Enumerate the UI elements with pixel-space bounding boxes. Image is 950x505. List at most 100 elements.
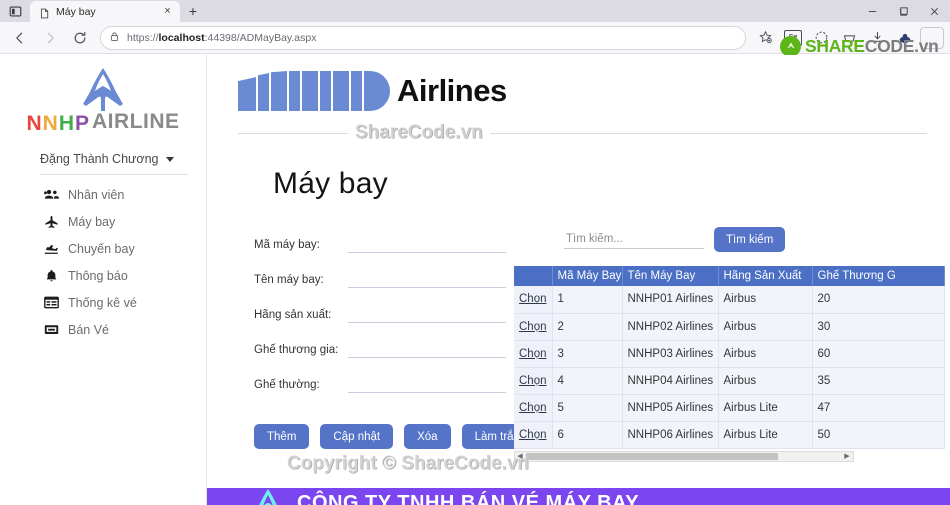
cell-ma-may-bay: 6 — [552, 421, 623, 449]
cell-ten-may-bay: NNHP02 Airlines — [622, 313, 719, 341]
panels: Mã máy bay: Tên máy bay: Hãng sản xuất: … — [238, 227, 950, 462]
cell-ghe-thuong-gia: 60 — [812, 340, 945, 368]
address-bar[interactable]: https://localhost:44398/ADMayBay.aspx — [100, 25, 746, 50]
field-label: Ghế thương gia: — [254, 343, 339, 356]
search-button[interactable]: Tìm kiếm — [714, 227, 786, 252]
cell-ma-may-bay: 4 — [552, 367, 623, 395]
cell-ghe-thuong-gia: 35 — [812, 367, 945, 395]
cell-hang-san-xuat: Airbus Lite — [718, 421, 813, 449]
sidebar-item-ban-ve[interactable]: Bán Vé — [44, 316, 206, 343]
select-row-link[interactable]: Chọn — [519, 402, 547, 414]
select-row-link[interactable]: Chọn — [519, 348, 547, 360]
users-icon — [44, 187, 59, 202]
table-row[interactable]: Chọn 2 NNHP02 Airlines Airbus 30 — [514, 313, 945, 341]
profile-avatar-icon[interactable] — [892, 26, 918, 50]
browser-tab[interactable]: Máy bay × — [30, 1, 180, 22]
column-header-hang-san-xuat: Hãng Sản Xuất — [718, 266, 813, 286]
cell-hang-san-xuat: Airbus — [718, 340, 813, 368]
sidebar-item-thong-ke-ve[interactable]: Thống kê vé — [44, 289, 206, 316]
footer-banner: CÔNG TY TNHH BÁN VÉ MÁY BAY — [207, 488, 950, 505]
bell-icon — [44, 268, 59, 283]
add-button[interactable]: Thêm — [254, 424, 310, 449]
form-row-ten-may-bay: Tên máy bay: — [254, 262, 506, 297]
user-menu[interactable]: Đặng Thành Chương — [40, 152, 188, 175]
tab-title: Máy bay — [56, 5, 96, 18]
table-row[interactable]: Chọn 3 NNHP03 Airlines Airbus 60 — [514, 340, 945, 368]
sidebar: NNHP AIRLINE Đặng Thành Chương Nhân viên… — [0, 55, 207, 505]
ten-may-bay-input[interactable] — [348, 271, 506, 288]
browser-titlebar: Máy bay × + — [0, 0, 950, 22]
chevron-down-icon — [165, 156, 174, 162]
maximize-icon[interactable] — [888, 0, 919, 22]
cell-hang-san-xuat: Airbus — [718, 313, 813, 341]
minimize-icon[interactable] — [857, 0, 888, 22]
extension-selenium-icon[interactable]: Se — [780, 26, 806, 50]
table-row[interactable]: Chọn 5 NNHP05 Airlines Airbus Lite 47 — [514, 394, 945, 422]
close-window-icon[interactable] — [919, 0, 950, 22]
browser-essentials-icon[interactable] — [836, 26, 862, 50]
sidebar-item-chuyen-bay[interactable]: Chuyến bay — [44, 235, 206, 262]
field-label: Tên máy bay: — [254, 273, 324, 286]
search-input[interactable] — [564, 230, 704, 249]
select-row-link[interactable]: Chọn — [519, 293, 547, 305]
reload-icon[interactable] — [66, 25, 94, 51]
form-row-ghe-thuong: Ghế thường: — [254, 367, 506, 402]
cell-ten-may-bay: NNHP05 Airlines — [622, 394, 719, 422]
table-row[interactable]: Chọn 4 NNHP04 Airlines Airbus 35 — [514, 367, 945, 395]
airline-logo-header: Airlines — [238, 55, 950, 117]
plane-departure-icon — [44, 241, 59, 256]
row-select-cell[interactable]: Chọn — [514, 340, 553, 368]
column-header-ghe-thuong-gia: Ghế Thương G — [812, 266, 945, 286]
url-text: https://localhost:44398/ADMayBay.aspx — [127, 31, 317, 44]
close-tab-icon[interactable]: × — [161, 5, 174, 18]
ma-may-bay-input[interactable] — [348, 236, 506, 253]
sidebar-item-nhan-vien[interactable]: Nhân viên — [44, 181, 206, 208]
table-row[interactable]: Chọn 1 NNHP01 Airlines Airbus 20 — [514, 286, 945, 314]
row-select-cell[interactable]: Chọn — [514, 286, 553, 314]
cell-ghe-thuong-gia: 47 — [812, 394, 945, 422]
sidebar-item-label: Bán Vé — [68, 322, 110, 337]
sidebar-item-may-bay[interactable]: Máy bay — [44, 208, 206, 235]
sidebar-item-label: Thông báo — [68, 268, 128, 283]
back-icon[interactable] — [6, 25, 34, 51]
cell-hang-san-xuat: Airbus Lite — [718, 394, 813, 422]
search-row: Tìm kiếm — [514, 227, 950, 252]
window-controls — [857, 0, 950, 22]
tab-search-icon[interactable] — [0, 0, 30, 22]
ghe-thuong-input[interactable] — [348, 376, 506, 393]
table-horizontal-scrollbar[interactable]: ◀ ▶ — [514, 450, 854, 462]
row-select-cell[interactable]: Chọn — [514, 421, 553, 449]
collections-icon[interactable] — [808, 26, 834, 50]
user-name-label: Đặng Thành Chương — [40, 152, 159, 166]
cell-ten-may-bay: NNHP04 Airlines — [622, 367, 719, 395]
table-row[interactable]: Chọn 6 NNHP06 Airlines Airbus Lite 50 — [514, 421, 945, 449]
sidebar-nav: Nhân viên Máy bay Chuyến bay Thông báo T… — [0, 181, 206, 343]
forward-icon[interactable] — [36, 25, 64, 51]
delete-button[interactable]: Xóa — [404, 424, 451, 449]
page-content: NNHP AIRLINE Đặng Thành Chương Nhân viên… — [0, 55, 950, 505]
scroll-right-icon[interactable]: ▶ — [842, 452, 852, 461]
cell-ghe-thuong-gia: 20 — [812, 286, 945, 314]
aircraft-grid-panel: Tìm kiếm Mã Máy Bay Tên Máy Bay Hãng Sản… — [500, 227, 950, 462]
sidebar-item-label: Máy bay — [68, 214, 116, 229]
select-row-link[interactable]: Chọn — [519, 429, 547, 441]
settings-more-button[interactable] — [920, 26, 944, 49]
downloads-icon[interactable] — [864, 26, 890, 50]
field-label: Mã máy bay: — [254, 238, 320, 251]
main-content: Airlines ShareCode.vn Máy bay Mã máy bay… — [207, 55, 950, 505]
row-select-cell[interactable]: Chọn — [514, 313, 553, 341]
favorite-star-icon[interactable] — [752, 26, 778, 50]
row-select-cell[interactable]: Chọn — [514, 394, 553, 422]
aircraft-table-wrapper: Mã Máy Bay Tên Máy Bay Hãng Sản Xuất Ghế… — [514, 266, 945, 462]
new-tab-button[interactable]: + — [180, 0, 206, 22]
ghe-thuong-gia-input[interactable] — [348, 341, 506, 358]
select-row-link[interactable]: Chọn — [519, 321, 547, 333]
select-row-link[interactable]: Chọn — [519, 375, 547, 387]
hang-san-xuat-input[interactable] — [348, 306, 506, 323]
sidebar-brand-subtitle: AIRLINE — [92, 110, 180, 133]
update-button[interactable]: Cập nhật — [320, 424, 394, 449]
nnhp-blocks-logo-icon — [238, 71, 390, 111]
scrollbar-thumb[interactable] — [526, 452, 778, 460]
sidebar-item-thong-bao[interactable]: Thông báo — [44, 262, 206, 289]
row-select-cell[interactable]: Chọn — [514, 367, 553, 395]
